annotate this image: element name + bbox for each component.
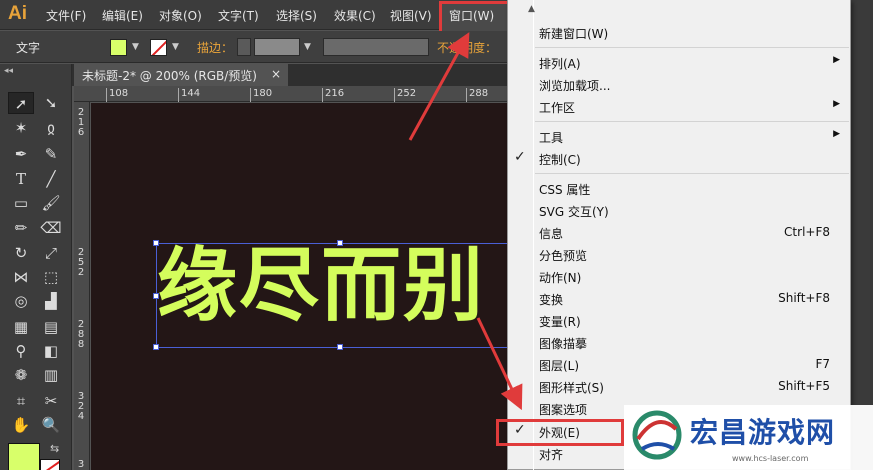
arrow-to-window-menu xyxy=(408,32,470,141)
dragon-logo-icon xyxy=(632,410,682,460)
watermark-title: 宏昌游戏网 xyxy=(690,416,836,449)
annotation-arrows xyxy=(408,32,523,411)
watermark-url: www.hcs-laser.com xyxy=(732,454,809,463)
watermark: 宏昌游戏网 www.hcs-laser.com xyxy=(624,405,873,470)
arrow-to-appearance xyxy=(476,317,523,411)
